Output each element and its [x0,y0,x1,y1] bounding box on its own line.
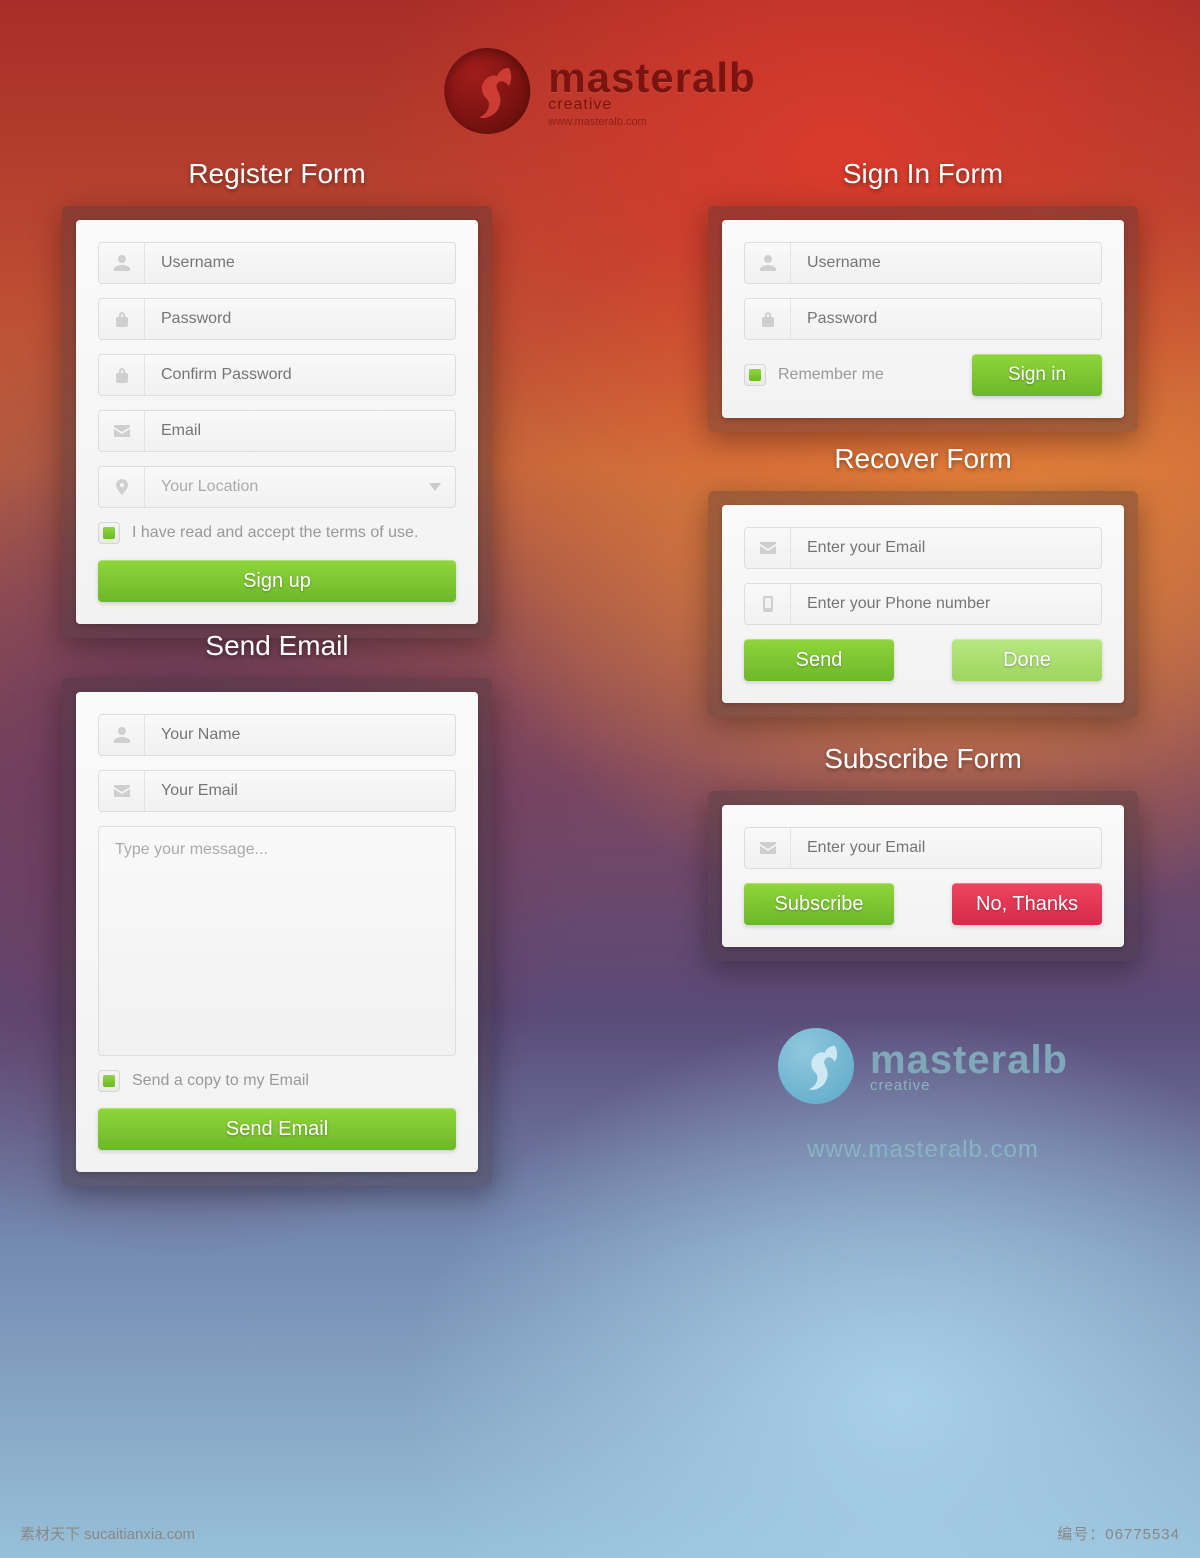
brand-name: masteralb [548,54,755,102]
no-thanks-button[interactable]: No, Thanks [952,883,1102,925]
brand-subtitle: creative [548,96,755,114]
lock-icon [99,355,145,395]
signin-username-field[interactable] [744,242,1102,284]
message-textarea[interactable]: Type your message... [98,826,456,1056]
send-copy-label: Send a copy to my Email [132,1072,309,1090]
recover-done-button[interactable]: Done [952,639,1102,681]
signin-panel: Remember me Sign in [708,206,1138,432]
password-field[interactable] [98,298,456,340]
recover-panel: Send Done [708,491,1138,717]
send-email-button[interactable]: Send Email [98,1108,456,1150]
phone-icon [745,584,791,624]
recover-send-button[interactable]: Send [744,639,894,681]
location-field[interactable]: Your Location [98,466,456,508]
brand-logo-top: masteralb creative www.masteralb.com [444,48,755,134]
lock-icon [745,299,791,339]
send-email-panel: Type your message... Send a copy to my E… [62,678,492,1186]
user-icon [745,243,791,283]
email-field[interactable] [98,410,456,452]
register-panel: Your Location I have read and accept the… [62,206,492,638]
password-input[interactable] [145,299,455,339]
footer-left: 素材天下 sucaitianxia.com [20,1523,195,1544]
username-input[interactable] [145,243,455,283]
footer-right: 编号：06775534 [1057,1523,1180,1544]
recover-phone-input[interactable] [791,584,1101,624]
confirm-password-input[interactable] [145,355,455,395]
signin-button[interactable]: Sign in [972,354,1102,396]
signin-title: Sign In Form [708,158,1138,190]
signin-password-input[interactable] [791,299,1101,339]
recover-email-input[interactable] [791,528,1101,568]
signin-username-input[interactable] [791,243,1101,283]
send-copy-checkbox[interactable] [98,1070,120,1092]
remember-checkbox[interactable] [744,364,766,386]
terms-checkbox[interactable] [98,522,120,544]
user-icon [99,715,145,755]
confirm-password-field[interactable] [98,354,456,396]
subscribe-button[interactable]: Subscribe [744,883,894,925]
mail-icon [745,528,791,568]
location-select-value: Your Location [145,467,415,507]
send-email-field[interactable] [98,770,456,812]
subscribe-email-field[interactable] [744,827,1102,869]
mail-icon [99,411,145,451]
terms-label: I have read and accept the terms of use. [132,524,418,542]
name-field[interactable] [98,714,456,756]
name-input[interactable] [145,715,455,755]
brand-url-small: www.masteralb.com [548,116,755,128]
send-email-input[interactable] [145,771,455,811]
remember-label: Remember me [778,366,884,384]
send-title: Send Email [62,630,492,662]
mail-icon [99,771,145,811]
email-input[interactable] [145,411,455,451]
user-icon [99,243,145,283]
brand-logo-icon-bottom [778,1028,854,1104]
subscribe-title: Subscribe Form [708,743,1138,775]
brand-url: www.masteralb.com [807,1136,1039,1164]
lock-icon [99,299,145,339]
brand-logo-bottom: masteralb creative www.masteralb.com [708,1028,1138,1164]
recover-phone-field[interactable] [744,583,1102,625]
subscribe-panel: Subscribe No, Thanks [708,791,1138,961]
recover-email-field[interactable] [744,527,1102,569]
brand-logo-icon [444,48,530,134]
mail-icon [745,828,791,868]
chevron-down-icon [415,467,455,507]
subscribe-email-input[interactable] [791,828,1101,868]
signin-password-field[interactable] [744,298,1102,340]
recover-title: Recover Form [708,443,1138,475]
pin-icon [99,467,145,507]
footer: 素材天下 sucaitianxia.com 编号：06775534 [0,1523,1200,1544]
register-title: Register Form [62,158,492,190]
signup-button[interactable]: Sign up [98,560,456,602]
username-field[interactable] [98,242,456,284]
